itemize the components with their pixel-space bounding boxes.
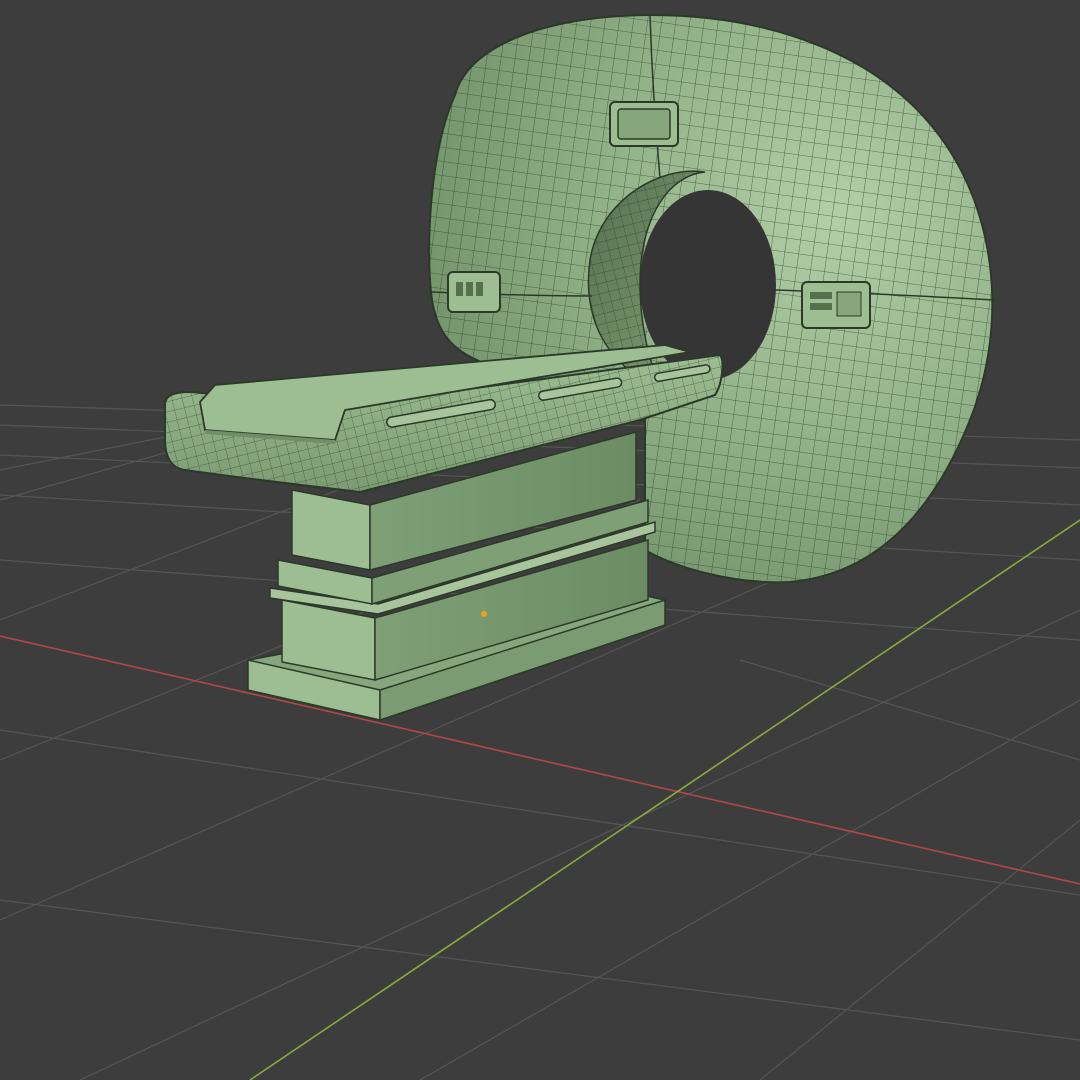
gantry-display-top[interactable] <box>609 101 679 147</box>
viewport-canvas[interactable] <box>0 0 1080 1080</box>
patient-table[interactable] <box>164 344 724 494</box>
x-axis-line <box>0 635 1080 885</box>
object-origin-dot <box>481 611 487 617</box>
gantry-panel-left[interactable] <box>447 271 501 313</box>
gantry-panel-right[interactable] <box>801 281 871 329</box>
3d-viewport[interactable] <box>0 0 1080 1080</box>
